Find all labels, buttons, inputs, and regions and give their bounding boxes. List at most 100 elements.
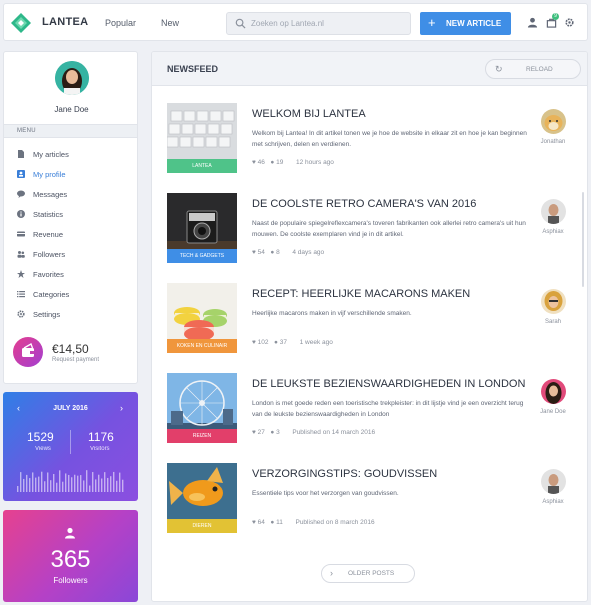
- sparkline-bar: [26, 474, 28, 492]
- post-item[interactable]: TECH & GADGETS DE COOLSTE RETRO CAMERA'S…: [167, 193, 577, 263]
- search-placeholder: Zoeken op Lantea.nl: [251, 19, 324, 28]
- category-badge[interactable]: LANTEA: [167, 159, 237, 173]
- like-count: 64: [257, 519, 265, 526]
- search-input[interactable]: Zoeken op Lantea.nl: [226, 12, 411, 35]
- chat-bubble-icon: [17, 190, 25, 198]
- sparkline-bar: [50, 480, 52, 492]
- nav-new[interactable]: New: [161, 18, 179, 28]
- menu-label: Followers: [33, 250, 66, 259]
- views-count: 1529: [27, 430, 54, 444]
- menu-header: MENU: [4, 124, 137, 138]
- sparkline-bar: [35, 477, 37, 492]
- reload-label: RELOAD: [526, 66, 553, 73]
- views-label: Views: [35, 446, 51, 452]
- category-badge[interactable]: TECH & GADGETS: [167, 249, 237, 263]
- author-name[interactable]: Jonathan: [527, 139, 579, 145]
- heart-icon[interactable]: ♥: [252, 429, 256, 436]
- post-meta: ♥ 46 ● 19 12 hours ago: [252, 159, 334, 166]
- comment-icon[interactable]: ●: [270, 519, 274, 526]
- author-name[interactable]: Asphiax: [527, 229, 579, 235]
- like-count: 102: [257, 339, 269, 346]
- author-avatar[interactable]: [541, 469, 566, 494]
- nav-popular[interactable]: Popular: [105, 18, 136, 28]
- post-title[interactable]: DE COOLSTE RETRO CAMERA'S VAN 2016: [252, 198, 476, 210]
- comment-icon[interactable]: ●: [270, 429, 274, 436]
- sparkline-bar: [53, 474, 55, 492]
- author-avatar[interactable]: [541, 289, 566, 314]
- payment-label[interactable]: Request payment: [52, 357, 99, 363]
- sparkline-bar: [47, 472, 49, 492]
- category-badge[interactable]: REIZEN: [167, 429, 237, 443]
- document-icon: [18, 150, 24, 158]
- post-item[interactable]: KOKEN EN CULINAIR RECEPT: HEERLIJKE MACA…: [167, 283, 577, 353]
- menu-label: Statistics: [33, 210, 64, 219]
- notification-badge: 9: [552, 13, 559, 20]
- profile-card: Jane Doe MENU My articles My profile Mes…: [3, 51, 138, 384]
- sparkline-bar: [77, 475, 79, 492]
- user-avatar[interactable]: [55, 61, 89, 95]
- wallet-icon: [22, 343, 34, 357]
- post-item[interactable]: DIEREN VERZORGINGSTIPS: GOUDVISSEN Essen…: [167, 463, 577, 533]
- reload-button[interactable]: ↻ RELOAD: [485, 59, 581, 79]
- sparkline-bar: [59, 470, 61, 492]
- chevron-right-icon[interactable]: ›: [120, 403, 123, 413]
- heart-icon[interactable]: ♥: [252, 519, 256, 526]
- request-payment-button[interactable]: [13, 337, 43, 367]
- user-icon[interactable]: [527, 17, 538, 28]
- comment-count: 11: [276, 519, 283, 526]
- author-name[interactable]: Asphiax: [527, 499, 579, 505]
- sparkline-bar: [92, 472, 94, 492]
- author-avatar[interactable]: [541, 109, 566, 134]
- category-badge[interactable]: KOKEN EN CULINAIR: [167, 339, 237, 353]
- comment-icon[interactable]: ●: [270, 249, 274, 256]
- comment-icon[interactable]: ●: [274, 339, 278, 346]
- plus-icon: +: [428, 15, 436, 30]
- sparkline-bar: [107, 477, 109, 492]
- category-badge[interactable]: DIEREN: [167, 519, 237, 533]
- author-name[interactable]: Sarah: [527, 319, 579, 325]
- visitors-count: 1176: [88, 430, 114, 444]
- sparkline-bar: [29, 478, 31, 492]
- comment-count: 19: [276, 159, 284, 166]
- post-time: 12 hours ago: [295, 159, 334, 166]
- author-avatar[interactable]: [541, 199, 566, 224]
- sparkline-bar: [86, 470, 88, 492]
- post-description: Welkom bij Lantea! In dit artikel tonen …: [252, 130, 527, 148]
- top-bar: LANTEA Popular New Zoeken op Lantea.nl +…: [3, 3, 588, 41]
- refresh-icon: ↻: [495, 64, 503, 74]
- comment-icon[interactable]: ●: [270, 159, 274, 166]
- menu-label: Categories: [33, 290, 70, 299]
- brand-name[interactable]: LANTEA: [42, 16, 88, 28]
- sparkline-bar: [56, 482, 58, 492]
- sparkline-bar: [98, 474, 100, 492]
- menu-label: Revenue: [33, 230, 64, 239]
- author-name[interactable]: Jane Doe: [527, 409, 579, 415]
- sparkline-bar: [119, 472, 121, 492]
- lantea-logo[interactable]: [11, 13, 31, 33]
- post-description: Essentiele tips voor het verzorgen van g…: [252, 490, 399, 497]
- gear-icon[interactable]: [564, 17, 575, 28]
- author-avatar[interactable]: [541, 379, 566, 404]
- sparkline-bar: [65, 473, 67, 492]
- heart-icon[interactable]: ♥: [252, 339, 256, 346]
- newsfeed-panel: NEWSFEED ↻ RELOAD LANTEA WELKOM BIJ LANT…: [151, 51, 588, 602]
- post-title[interactable]: DE LEUKSTE BEZIENSWAARDIGHEDEN IN LONDON: [252, 378, 525, 390]
- post-title[interactable]: VERZORGINGSTIPS: GOUDVISSEN: [252, 468, 437, 480]
- stats-sparkline: [17, 470, 124, 492]
- heart-icon[interactable]: ♥: [252, 249, 256, 256]
- post-item[interactable]: REIZEN DE LEUKSTE BEZIENSWAARDIGHEDEN IN…: [167, 373, 577, 443]
- older-posts-button[interactable]: › OLDER POSTS: [321, 564, 415, 583]
- post-time: Published on 14 march 2016: [292, 429, 376, 436]
- search-icon: [235, 18, 246, 29]
- newsfeed-title: NEWSFEED: [167, 64, 219, 74]
- sparkline-bar: [20, 472, 22, 492]
- credit-card-icon: [17, 231, 25, 237]
- heart-icon[interactable]: ♥: [252, 159, 256, 166]
- sparkline-bar: [74, 474, 76, 492]
- post-item[interactable]: LANTEA WELKOM BIJ LANTEA Welkom bij Lant…: [167, 103, 577, 173]
- comment-count: 3: [276, 429, 280, 436]
- new-article-button[interactable]: + NEW ARTICLE: [420, 12, 511, 35]
- post-title[interactable]: WELKOM BIJ LANTEA: [252, 108, 366, 120]
- scrollbar[interactable]: [582, 192, 584, 287]
- post-title[interactable]: RECEPT: HEERLIJKE MACARONS MAKEN: [252, 288, 470, 300]
